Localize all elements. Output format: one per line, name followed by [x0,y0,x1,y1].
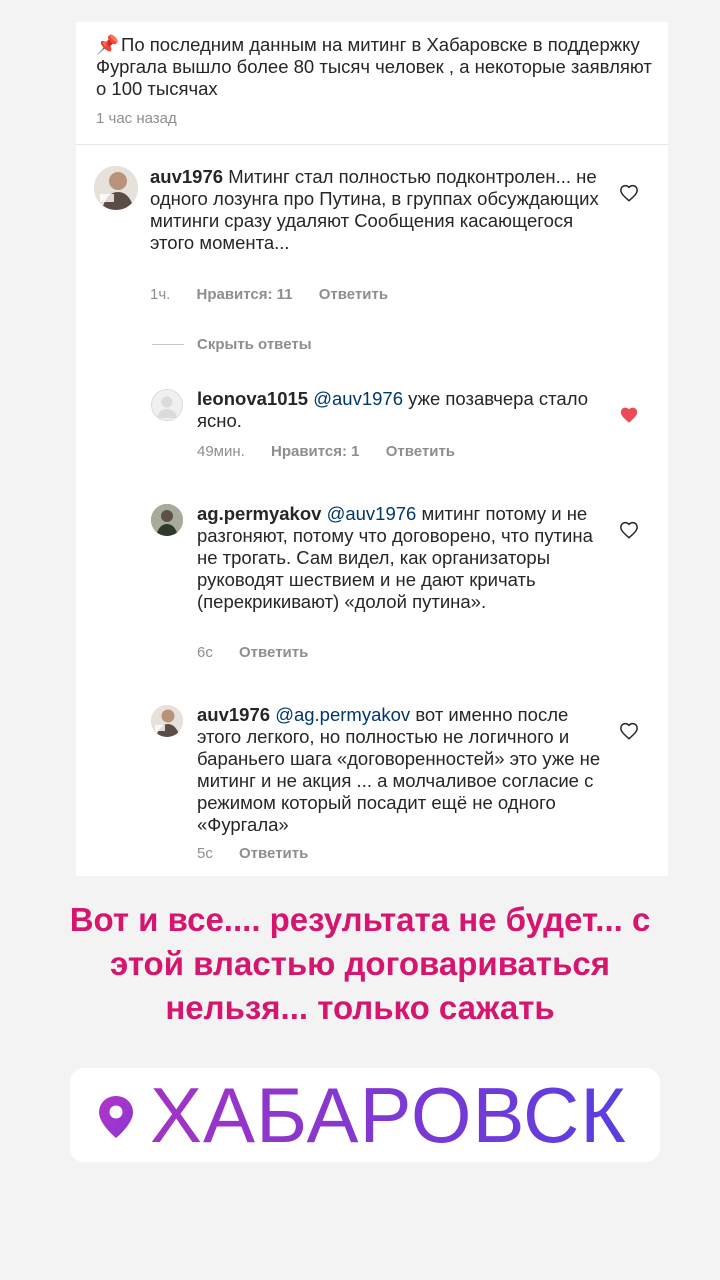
comment-mention[interactable]: @auv1976 [327,503,417,524]
liked-heart-icon[interactable] [619,406,639,424]
comment-text: auv1976 Митинг стал полностью подконтрол… [150,166,600,254]
avatar[interactable] [151,705,183,737]
comment-username[interactable]: auv1976 [197,704,270,725]
comment-likes[interactable]: Нравится: 11 [197,286,293,303]
caption-text: По последним данным на митинг в Хабаровс… [96,34,652,99]
avatar-placeholder[interactable] [151,389,183,421]
hide-replies-button[interactable]: Скрыть ответы [197,336,312,353]
comment-mention[interactable]: @ag.permyakov [275,704,410,725]
reply-button[interactable]: Ответить [386,443,455,460]
comment-username[interactable]: leonova1015 [197,388,308,409]
comment-text: auv1976 @ag.permyakov вот именно после э… [197,704,607,836]
comment-username[interactable]: ag.permyakov [197,503,321,524]
comment-meta: 49мин. Нравится: 1 Ответить [197,443,477,460]
like-heart-icon[interactable] [619,521,639,539]
story-headline: Вот и все.... результата не будет... с э… [69,901,651,1026]
comment-meta: 1ч. Нравится: 11 Ответить [150,286,410,303]
like-heart-icon[interactable] [619,722,639,740]
reply-button[interactable]: Ответить [239,644,308,661]
comment-text: leonova1015 @auv1976 уже позавчера стало… [197,388,607,432]
comment-time: 6с [197,644,213,661]
comment-mention[interactable]: @auv1976 [313,388,403,409]
comment-meta: 5с Ответить [197,845,330,862]
divider [76,144,668,145]
pin-icon: 📌 [96,34,120,55]
comment-time: 49мин. [197,443,245,460]
location-name: ХАБАРОВСК [150,1071,627,1159]
comment-time: 1ч. [150,286,171,303]
post-card: 📌 По последним данным на митинг в Хабаров… [76,22,668,876]
reply-button[interactable]: Ответить [319,286,388,303]
location-sticker[interactable]: ХАБАРОВСК [70,1068,660,1162]
comment-text: ag.permyakov @auv1976 митинг потому и не… [197,503,607,613]
avatar[interactable] [151,504,183,536]
comment-likes[interactable]: Нравится: 1 [271,443,360,460]
post-timestamp: 1 час назад [96,110,177,127]
comment-username[interactable]: auv1976 [150,166,223,187]
comment-time: 5с [197,845,213,862]
hide-replies-line [152,344,184,345]
like-heart-icon[interactable] [619,184,639,202]
location-pin-icon [99,1096,133,1138]
avatar[interactable] [94,166,138,210]
reply-button[interactable]: Ответить [239,845,308,862]
post-caption: 📌 По последним данным на митинг в Хабаров… [96,34,656,100]
comment-meta: 6с Ответить [197,644,330,661]
